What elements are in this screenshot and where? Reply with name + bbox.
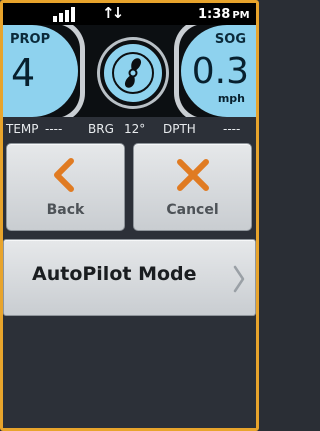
back-label: Back — [46, 202, 85, 218]
clock-ampm: PM — [232, 10, 250, 21]
prop-label: PROP — [10, 32, 51, 47]
clock: 1:38 PM — [198, 7, 250, 22]
autopilot-mode-button[interactable]: AutoPilot Mode — [3, 239, 256, 316]
dpth-value: ---- — [223, 122, 241, 136]
close-icon — [177, 159, 209, 191]
cancel-label: Cancel — [166, 202, 219, 218]
chevron-right-icon — [233, 265, 245, 293]
sog-unit: mph — [217, 92, 245, 105]
signal-bars-icon — [53, 7, 83, 22]
prop-value: 4 — [11, 51, 36, 95]
propeller-icon[interactable] — [100, 40, 166, 106]
status-bar: ↑↓ 1:38 PM — [3, 3, 256, 25]
sog-value: 0.3 — [191, 51, 249, 92]
chevron-left-icon — [54, 158, 74, 192]
gauge-strip: PROP 4 SOG 0.3 mph — [3, 25, 256, 117]
info-line: TEMP ---- BRG 12° DPTH ---- — [3, 117, 256, 139]
prop-gauge-ring — [55, 25, 85, 117]
back-button[interactable]: Back — [6, 143, 125, 231]
temp-label: TEMP — [6, 122, 39, 136]
brg-value: 12° — [124, 122, 146, 136]
temp-value: ---- — [45, 122, 63, 136]
cancel-button[interactable]: Cancel — [133, 143, 252, 231]
dpth-label: DPTH — [163, 122, 196, 136]
sog-label: SOG — [214, 32, 246, 47]
data-transfer-icon: ↑↓ — [102, 4, 124, 22]
autopilot-mode-label: AutoPilot Mode — [32, 263, 197, 285]
brg-label: BRG — [88, 122, 114, 136]
clock-time: 1:38 — [198, 7, 231, 22]
